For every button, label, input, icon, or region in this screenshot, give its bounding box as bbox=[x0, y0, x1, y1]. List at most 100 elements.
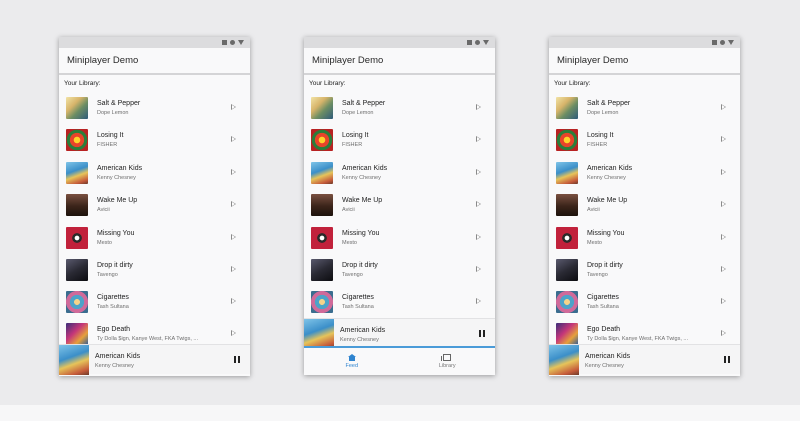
now-playing-title: American Kids bbox=[95, 353, 141, 360]
triangle-icon bbox=[238, 40, 244, 45]
miniplayer[interactable]: American Kids Kenny Chesney bbox=[549, 344, 740, 375]
bottom-strip bbox=[0, 405, 800, 421]
miniplayer[interactable]: American Kids Kenny Chesney bbox=[59, 344, 250, 375]
play-icon[interactable] bbox=[231, 234, 236, 240]
play-icon[interactable] bbox=[721, 234, 726, 240]
album-art bbox=[556, 259, 578, 281]
circle-icon bbox=[475, 40, 480, 45]
track-item[interactable]: Missing You Mesto bbox=[304, 225, 495, 257]
track-artist: Tash Sultana bbox=[587, 304, 619, 310]
now-playing-art bbox=[59, 345, 89, 375]
track-item[interactable]: Cigarettes Tash Sultana bbox=[549, 289, 740, 321]
album-art bbox=[66, 259, 88, 281]
play-icon[interactable] bbox=[231, 136, 236, 142]
track-item[interactable]: Wake Me Up Avicii bbox=[59, 192, 250, 224]
track-item[interactable]: Missing You Mesto bbox=[549, 225, 740, 257]
library-icon bbox=[441, 354, 452, 361]
track-artist: Ty Dolla $ign, Kanye West, FKA Twigs, ..… bbox=[587, 336, 688, 342]
track-item[interactable]: Wake Me Up Avicii bbox=[549, 192, 740, 224]
play-icon[interactable] bbox=[231, 298, 236, 304]
play-icon[interactable] bbox=[231, 266, 236, 272]
play-icon[interactable] bbox=[721, 136, 726, 142]
track-item[interactable]: Salt & Pepper Dope Lemon bbox=[59, 95, 250, 127]
play-icon[interactable] bbox=[231, 104, 236, 110]
track-item[interactable]: Losing It FISHER bbox=[59, 127, 250, 159]
play-icon[interactable] bbox=[721, 201, 726, 207]
pause-icon[interactable] bbox=[479, 330, 485, 337]
track-item[interactable]: Missing You Mesto bbox=[59, 225, 250, 257]
album-art bbox=[556, 291, 578, 313]
track-artist: Dope Lemon bbox=[97, 110, 129, 116]
play-icon[interactable] bbox=[721, 298, 726, 304]
square-icon bbox=[467, 40, 472, 45]
track-item[interactable]: Salt & Pepper Dope Lemon bbox=[304, 95, 495, 127]
track-artist: Dope Lemon bbox=[587, 110, 619, 116]
track-item[interactable]: Drop it dirty Tavengo bbox=[304, 257, 495, 289]
track-artist: Tavengo bbox=[97, 272, 118, 278]
pause-icon[interactable] bbox=[234, 356, 240, 363]
album-art bbox=[66, 162, 88, 184]
track-artist: Kenny Chesney bbox=[342, 175, 381, 181]
track-title: Cigarettes bbox=[97, 294, 129, 301]
track-title: Ego Death bbox=[587, 326, 621, 333]
play-icon[interactable] bbox=[721, 169, 726, 175]
track-artist: Avicii bbox=[342, 207, 355, 213]
play-icon[interactable] bbox=[476, 234, 481, 240]
track-item[interactable]: Losing It FISHER bbox=[304, 127, 495, 159]
play-icon[interactable] bbox=[476, 169, 481, 175]
status-bar bbox=[59, 37, 250, 48]
track-artist: Kenny Chesney bbox=[97, 175, 136, 181]
play-icon[interactable] bbox=[231, 330, 236, 336]
now-playing-title: American Kids bbox=[340, 327, 386, 334]
now-playing-art bbox=[549, 345, 579, 375]
nav-label-feed: Feed bbox=[345, 363, 359, 369]
track-title: Missing You bbox=[587, 230, 625, 237]
track-item[interactable]: Wake Me Up Avicii bbox=[304, 192, 495, 224]
nav-item-feed[interactable]: Feed bbox=[304, 348, 400, 375]
play-icon[interactable] bbox=[476, 104, 481, 110]
track-title: Salt & Pepper bbox=[97, 100, 141, 107]
play-icon[interactable] bbox=[476, 266, 481, 272]
track-title: Cigarettes bbox=[587, 294, 619, 301]
album-art bbox=[311, 291, 333, 313]
album-art bbox=[311, 227, 333, 249]
play-icon[interactable] bbox=[476, 298, 481, 304]
album-art bbox=[311, 97, 333, 119]
track-title: Losing It bbox=[97, 132, 124, 139]
track-item[interactable]: American Kids Kenny Chesney bbox=[549, 160, 740, 192]
track-item[interactable]: Drop it dirty Tavengo bbox=[549, 257, 740, 289]
track-artist: Avicii bbox=[97, 207, 110, 213]
track-item[interactable]: Cigarettes Tash Sultana bbox=[59, 289, 250, 321]
album-art bbox=[556, 194, 578, 216]
track-item[interactable]: Cigarettes Tash Sultana bbox=[304, 289, 495, 321]
play-icon[interactable] bbox=[476, 201, 481, 207]
circle-icon bbox=[720, 40, 725, 45]
app-title: Miniplayer Demo bbox=[59, 48, 250, 75]
play-icon[interactable] bbox=[721, 266, 726, 272]
pause-icon[interactable] bbox=[724, 356, 730, 363]
album-art bbox=[66, 194, 88, 216]
nav-item-library[interactable]: Library bbox=[400, 348, 496, 375]
phone-screen-2: Miniplayer Demo Your Library: Salt & Pep… bbox=[304, 37, 495, 375]
track-title: American Kids bbox=[342, 165, 388, 172]
miniplayer[interactable]: American Kids Kenny Chesney bbox=[304, 318, 495, 349]
play-icon[interactable] bbox=[231, 169, 236, 175]
play-icon[interactable] bbox=[476, 136, 481, 142]
play-icon[interactable] bbox=[721, 104, 726, 110]
track-artist: Mesto bbox=[587, 240, 602, 246]
play-icon[interactable] bbox=[721, 330, 726, 336]
album-art bbox=[311, 194, 333, 216]
circle-icon bbox=[230, 40, 235, 45]
track-item[interactable]: American Kids Kenny Chesney bbox=[304, 160, 495, 192]
track-artist: Mesto bbox=[97, 240, 112, 246]
track-title: Missing You bbox=[342, 230, 380, 237]
status-bar bbox=[549, 37, 740, 48]
track-item[interactable]: American Kids Kenny Chesney bbox=[59, 160, 250, 192]
track-title: Losing It bbox=[342, 132, 369, 139]
play-icon[interactable] bbox=[231, 201, 236, 207]
track-item[interactable]: Losing It FISHER bbox=[549, 127, 740, 159]
track-item[interactable]: Salt & Pepper Dope Lemon bbox=[549, 95, 740, 127]
section-label: Your Library: bbox=[309, 80, 346, 87]
now-playing-artist: Kenny Chesney bbox=[340, 337, 379, 343]
track-item[interactable]: Drop it dirty Tavengo bbox=[59, 257, 250, 289]
